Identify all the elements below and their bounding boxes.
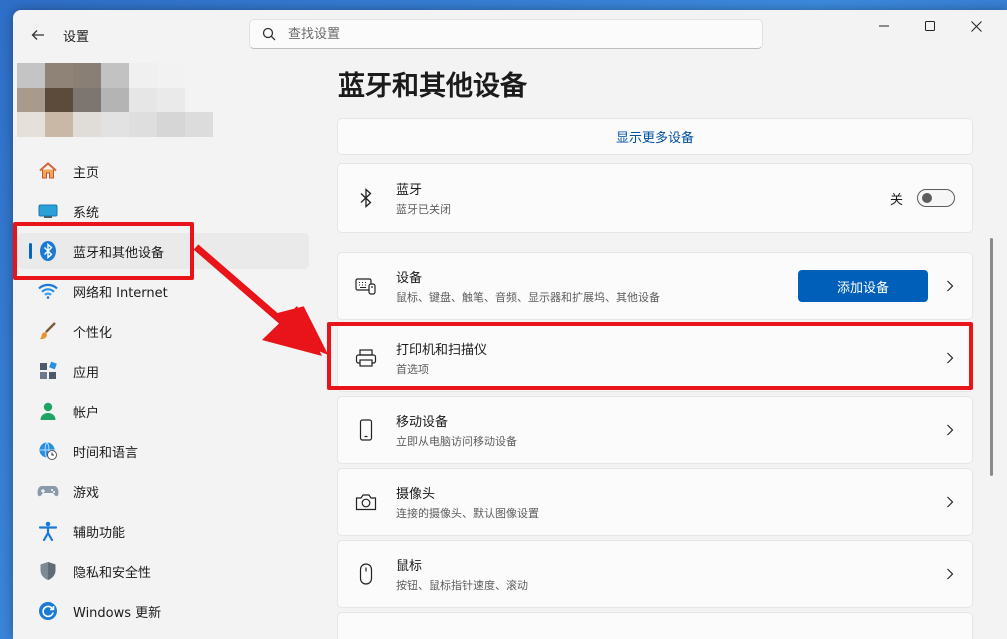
annotation-arrow-icon xyxy=(193,244,329,356)
